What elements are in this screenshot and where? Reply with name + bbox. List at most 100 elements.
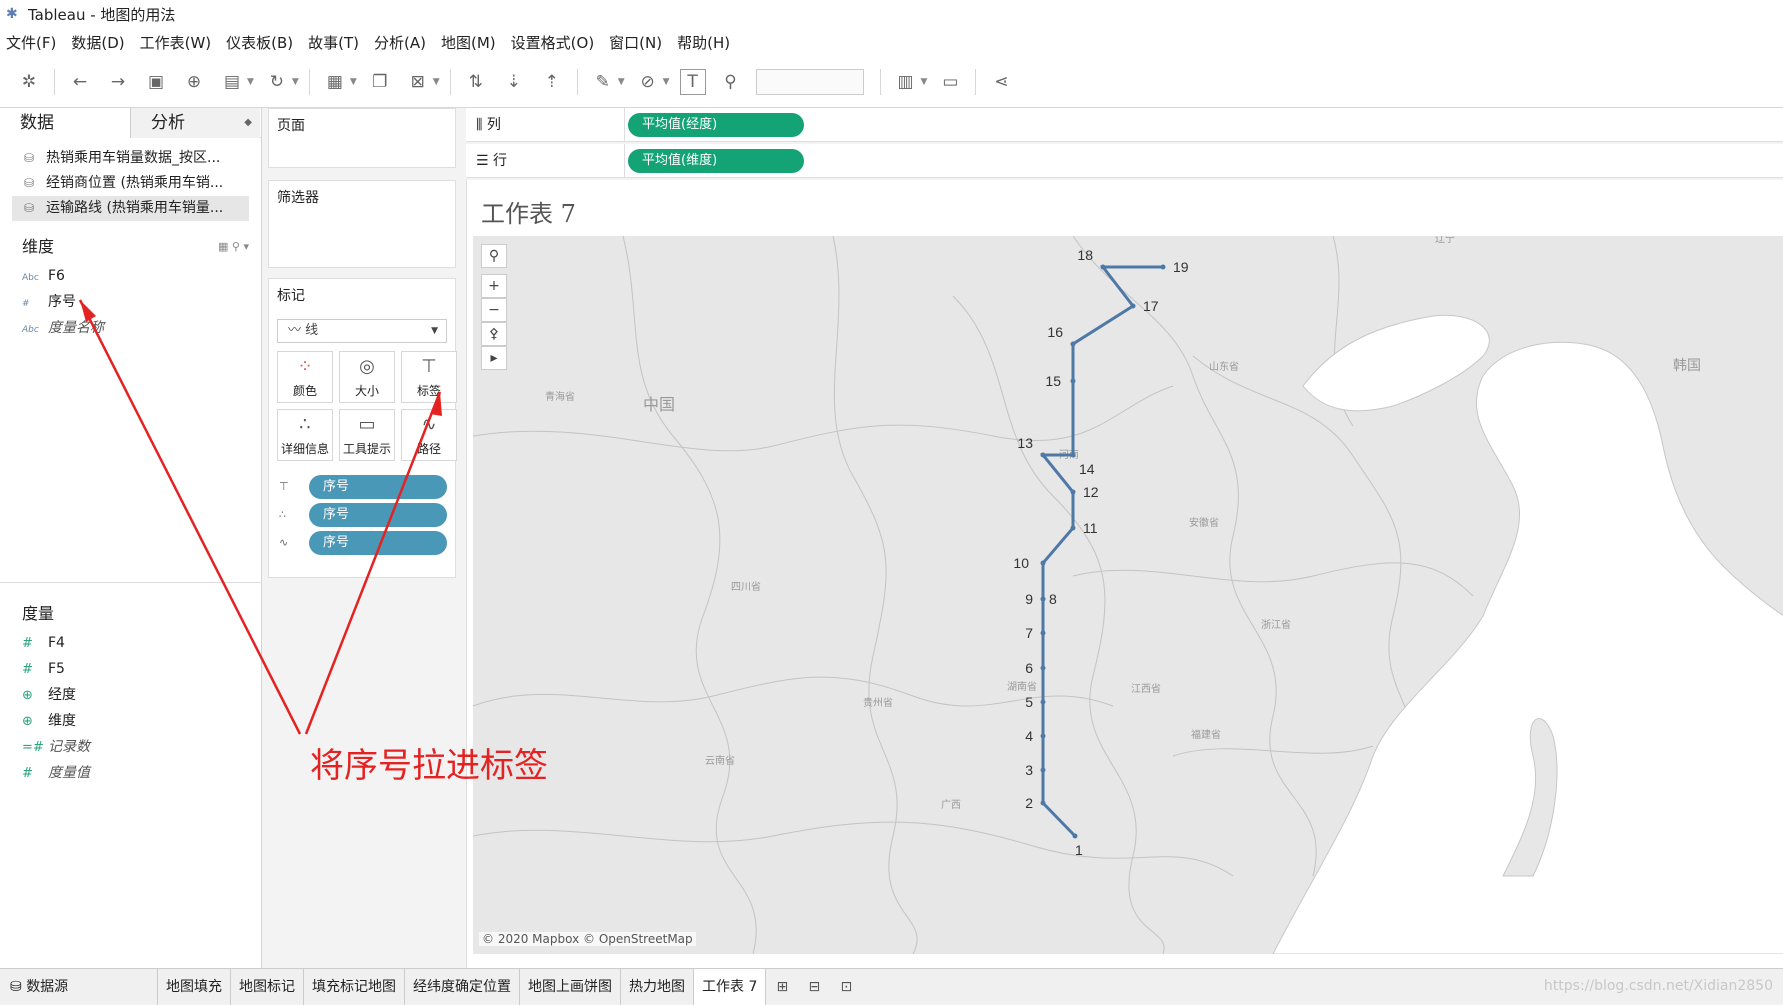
columns-shelf[interactable]: ⫼ 列 平均值(经度): [466, 108, 1783, 142]
field-record-count[interactable]: =# 记录数: [0, 734, 262, 760]
menu-analysis[interactable]: 分析(A): [374, 32, 426, 53]
new-datasource-icon[interactable]: ⊕: [181, 69, 207, 95]
route-point[interactable]: [1040, 596, 1046, 602]
tab-data[interactable]: 数据: [0, 108, 130, 138]
dropdown-arrow-icon[interactable]: ▼: [433, 77, 440, 87]
menu-format[interactable]: 设置格式(O): [511, 32, 595, 53]
route-point[interactable]: [1070, 489, 1076, 495]
field-measure-names[interactable]: Abc 度量名称: [0, 315, 261, 341]
fit-combo[interactable]: [755, 68, 864, 95]
field-measure-values[interactable]: # 度量值: [0, 760, 262, 786]
clear-sheet-icon[interactable]: ⊠: [405, 69, 431, 95]
menu-map[interactable]: 地图(M): [441, 32, 496, 53]
route-point[interactable]: [1040, 560, 1046, 566]
route-point[interactable]: [1070, 452, 1076, 458]
pin-axes-icon[interactable]: ⚲: [718, 69, 744, 95]
detail-pill[interactable]: ∴ 序号: [279, 503, 447, 527]
show-labels-icon[interactable]: T: [679, 68, 706, 95]
presentation-icon[interactable]: ▭: [937, 69, 963, 95]
zoom-out-icon[interactable]: −: [481, 298, 507, 322]
save-icon[interactable]: ▣: [143, 69, 169, 95]
map[interactable]: 中国 青海省 四川省 贵州省 云南省 广西 湖南省 江西省 福建省 浙江省 安徽…: [473, 236, 1783, 954]
sheet-tab[interactable]: 填充标记地图: [304, 968, 405, 1005]
path-button[interactable]: ∿ 路径: [401, 409, 457, 461]
dropdown-arrow-icon[interactable]: ▼: [921, 77, 928, 87]
route-line[interactable]: [1039, 265, 1163, 838]
color-button[interactable]: ⁘ 颜色: [277, 351, 333, 403]
mark-type-select[interactable]: 〰 线 ▼: [277, 319, 447, 343]
tableau-home-icon[interactable]: ✲: [16, 69, 42, 95]
detail-button[interactable]: ∴ 详细信息: [277, 409, 333, 461]
rows-shelf[interactable]: ☰ 行 平均值(维度): [466, 144, 1783, 178]
route-point[interactable]: [1070, 378, 1076, 384]
sheet-tab[interactable]: 地图填充: [158, 968, 231, 1005]
sheet-tab[interactable]: 地图上画饼图: [520, 968, 621, 1005]
route-point[interactable]: [1040, 733, 1046, 739]
sheet-tab[interactable]: 经纬度确定位置: [405, 968, 520, 1005]
route-point[interactable]: [1130, 303, 1136, 309]
new-worksheet-icon[interactable]: ⊞: [766, 979, 798, 995]
route-point[interactable]: [1040, 452, 1046, 458]
field-f5[interactable]: # F5: [0, 656, 262, 682]
dropdown-arrow-icon[interactable]: ▼: [247, 77, 254, 87]
new-dashboard-icon[interactable]: ⊟: [798, 979, 830, 995]
expand-arrow-icon[interactable]: ▸: [481, 346, 507, 370]
field-latitude[interactable]: ⊕ 维度: [0, 708, 262, 734]
sort-ascending-icon[interactable]: ⇣: [501, 69, 527, 95]
dropdown-arrow-icon[interactable]: ▼: [663, 77, 670, 87]
sheet-tab[interactable]: 地图标记: [231, 968, 304, 1005]
filters-card[interactable]: 筛选器: [268, 180, 456, 268]
new-worksheet-icon[interactable]: ▦: [322, 69, 348, 95]
swap-icon[interactable]: ⇅: [463, 69, 489, 95]
pages-card[interactable]: 页面: [268, 108, 456, 168]
label-button[interactable]: ⊤ 标签: [401, 351, 457, 403]
datasource-item[interactable]: ⛁ 经销商位置 (热销乘用车销...: [0, 171, 261, 196]
label-pill[interactable]: ⊤ 序号: [279, 475, 447, 499]
menu-worksheet[interactable]: 工作表(W): [140, 32, 212, 53]
field-serial[interactable]: # 序号: [0, 289, 261, 315]
pin-icon[interactable]: ⚴: [481, 322, 507, 346]
route-point[interactable]: [1160, 264, 1166, 270]
route-point[interactable]: [1040, 630, 1046, 636]
sheet-tab[interactable]: 热力地图: [621, 968, 694, 1005]
field-longitude[interactable]: ⊕ 经度: [0, 682, 262, 708]
menu-story[interactable]: 故事(T): [308, 32, 359, 53]
route-point[interactable]: [1070, 525, 1076, 531]
pause-update-icon[interactable]: ▤: [219, 69, 245, 95]
route-point[interactable]: [1100, 264, 1106, 270]
field-f6[interactable]: Abc F6: [0, 263, 261, 289]
route-point[interactable]: [1040, 699, 1046, 705]
dropdown-arrow-icon[interactable]: ▼: [292, 77, 299, 87]
route-point[interactable]: [1040, 665, 1046, 671]
size-button[interactable]: ◎ 大小: [339, 351, 395, 403]
tooltip-button[interactable]: ▭ 工具提示: [339, 409, 395, 461]
datasource-item[interactable]: ⛁ 热销乘用车销量数据_按区...: [0, 146, 261, 171]
duplicate-sheet-icon[interactable]: ❐: [367, 69, 393, 95]
field-f4[interactable]: # F4: [0, 630, 262, 656]
datasource-tab[interactable]: ⛁ 数据源: [0, 968, 158, 1005]
datasource-item-selected[interactable]: ⛁ 运输路线 (热销乘用车销量...: [12, 196, 249, 221]
menu-data[interactable]: 数据(D): [71, 32, 124, 53]
show-me-icon[interactable]: ▥: [893, 69, 919, 95]
group-icon[interactable]: ⊘: [635, 69, 661, 95]
menu-window[interactable]: 窗口(N): [609, 32, 662, 53]
zoom-in-icon[interactable]: +: [481, 274, 507, 298]
tab-analysis[interactable]: 分析 ◆: [130, 108, 260, 138]
route-point[interactable]: [1040, 767, 1046, 773]
dropdown-arrow-icon[interactable]: ▼: [350, 77, 357, 87]
tab-menu-icon[interactable]: ◆: [244, 108, 252, 138]
route-point[interactable]: [1070, 341, 1076, 347]
latitude-pill[interactable]: 平均值(维度): [628, 149, 804, 173]
undo-icon[interactable]: ←: [67, 69, 93, 95]
view-search-icons[interactable]: ▦ ⚲ ▾: [218, 231, 249, 263]
sort-descending-icon[interactable]: ⇡: [539, 69, 565, 95]
search-icon[interactable]: ⚲: [481, 244, 507, 268]
share-icon[interactable]: ⋖: [988, 69, 1014, 95]
path-pill[interactable]: ∿ 序号: [279, 531, 447, 555]
new-story-icon[interactable]: ⊡: [830, 979, 862, 995]
route-point[interactable]: [1040, 800, 1046, 806]
menu-dashboard[interactable]: 仪表板(B): [226, 32, 293, 53]
refresh-icon[interactable]: ↻: [264, 69, 290, 95]
longitude-pill[interactable]: 平均值(经度): [628, 113, 804, 137]
menu-file[interactable]: 文件(F): [6, 32, 56, 53]
